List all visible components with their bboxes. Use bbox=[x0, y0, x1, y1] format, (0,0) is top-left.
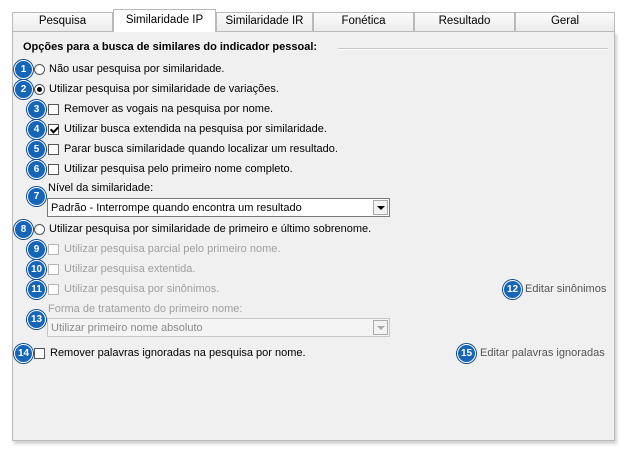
similarity-level-select[interactable]: Padrão - Interrompe quando encontra um r… bbox=[47, 198, 390, 217]
checkbox-extended[interactable]: Utilizar pesquisa extentida. bbox=[48, 261, 195, 277]
checkbox-box[interactable] bbox=[48, 163, 59, 175]
select-value: Padrão - Interrompe quando encontra um r… bbox=[51, 201, 302, 214]
callout-badge-1: 1 bbox=[14, 60, 33, 79]
section-divider bbox=[338, 48, 608, 50]
checkbox-remove-ignored[interactable]: Remover palavras ignoradas na pesquisa p… bbox=[34, 345, 306, 361]
radio-label: Utilizar pesquisa por similaridade de va… bbox=[49, 83, 279, 95]
radio-first-last[interactable]: Utilizar pesquisa por similaridade de pr… bbox=[34, 221, 371, 237]
tab-resultado[interactable]: Resultado bbox=[414, 12, 515, 31]
checkbox-partial-first[interactable]: Utilizar pesquisa parcial pelo primeiro … bbox=[48, 241, 280, 257]
checkbox-label: Utilizar pesquisa extentida. bbox=[64, 263, 196, 275]
checkbox-box[interactable] bbox=[48, 243, 59, 255]
callout-badge-5: 5 bbox=[27, 140, 46, 159]
callout-badge-12: 12 bbox=[503, 280, 522, 299]
checkbox-box[interactable] bbox=[34, 347, 45, 359]
callout-badge-9: 9 bbox=[27, 240, 46, 259]
radio-circle[interactable] bbox=[34, 63, 45, 75]
radio-circle[interactable] bbox=[34, 223, 45, 235]
callout-badge-15: 15 bbox=[457, 344, 476, 363]
tab-geral[interactable]: Geral bbox=[515, 12, 615, 31]
radio-label: Utilizar pesquisa por similaridade de pr… bbox=[49, 223, 372, 235]
tab-fonetica[interactable]: Fonética bbox=[313, 12, 414, 31]
checkbox-first-name-full[interactable]: Utilizar pesquisa pelo primeiro nome com… bbox=[48, 161, 293, 177]
tab-similaridade-ip[interactable]: Similaridade IP bbox=[113, 9, 216, 32]
checkbox-box[interactable] bbox=[48, 263, 59, 275]
checkbox-label: Utilizar pesquisa pelo primeiro nome com… bbox=[64, 163, 293, 175]
callout-badge-4: 4 bbox=[27, 120, 46, 139]
checkbox-extended-search[interactable]: Utilizar busca extendida na pesquisa por… bbox=[48, 121, 327, 137]
checkbox-box[interactable] bbox=[48, 283, 59, 295]
select-value: Utilizar primeiro nome absoluto bbox=[51, 321, 203, 334]
section-title: Opções para a busca de similares do indi… bbox=[23, 41, 318, 53]
checkbox-label: Utilizar pesquisa parcial pelo primeiro … bbox=[64, 243, 281, 255]
callout-badge-7: 7 bbox=[27, 187, 46, 206]
tab-pesquisa[interactable]: Pesquisa bbox=[12, 12, 113, 31]
radio-label: Não usar pesquisa por similaridade. bbox=[49, 63, 225, 75]
checkbox-box[interactable] bbox=[48, 143, 59, 155]
callout-badge-3: 3 bbox=[27, 100, 46, 119]
checkbox-stop-on-result[interactable]: Parar busca similaridade quando localiza… bbox=[48, 141, 338, 157]
checkbox-label: Utilizar pesquisa por sinônimos. bbox=[64, 283, 220, 295]
callout-badge-13: 13 bbox=[27, 310, 46, 329]
checkbox-label: Remover as vogais na pesquisa por nome. bbox=[64, 103, 274, 115]
dropdown-arrow-icon[interactable] bbox=[373, 320, 388, 335]
callout-badge-11: 11 bbox=[27, 280, 46, 299]
checkbox-remove-vowels[interactable]: Remover as vogais na pesquisa por nome. bbox=[48, 101, 273, 117]
edit-ignored-words-link[interactable]: Editar palavras ignoradas bbox=[480, 347, 605, 359]
checkbox-synonyms[interactable]: Utilizar pesquisa por sinônimos. bbox=[48, 281, 219, 297]
callout-badge-8: 8 bbox=[14, 220, 33, 239]
callout-badge-2: 2 bbox=[14, 80, 33, 99]
treatment-select[interactable]: Utilizar primeiro nome absoluto bbox=[47, 318, 390, 337]
checkbox-label: Remover palavras ignoradas na pesquisa p… bbox=[50, 347, 306, 359]
treatment-label: Forma de tratamento do primeiro nome: bbox=[48, 303, 243, 315]
radio-no-similarity[interactable]: Não usar pesquisa por similaridade. bbox=[34, 61, 224, 77]
checkbox-label: Parar busca similaridade quando localiza… bbox=[64, 143, 338, 155]
similarity-level-label: Nível da similaridade: bbox=[48, 182, 154, 194]
checkbox-box[interactable] bbox=[48, 123, 59, 135]
dropdown-arrow-icon[interactable] bbox=[373, 200, 388, 215]
callout-badge-14: 14 bbox=[14, 344, 33, 363]
checkbox-label: Utilizar busca extendida na pesquisa por… bbox=[64, 123, 327, 135]
edit-synonyms-link[interactable]: Editar sinônimos bbox=[525, 283, 606, 295]
tab-similaridade-ir[interactable]: Similaridade IR bbox=[216, 12, 313, 31]
radio-variations[interactable]: Utilizar pesquisa por similaridade de va… bbox=[34, 81, 279, 97]
checkbox-box[interactable] bbox=[48, 103, 59, 115]
tab-bar: Pesquisa Similaridade IP Similaridade IR… bbox=[12, 9, 615, 32]
radio-circle[interactable] bbox=[34, 83, 45, 95]
callout-badge-6: 6 bbox=[27, 160, 46, 179]
callout-badge-10: 10 bbox=[27, 260, 46, 279]
